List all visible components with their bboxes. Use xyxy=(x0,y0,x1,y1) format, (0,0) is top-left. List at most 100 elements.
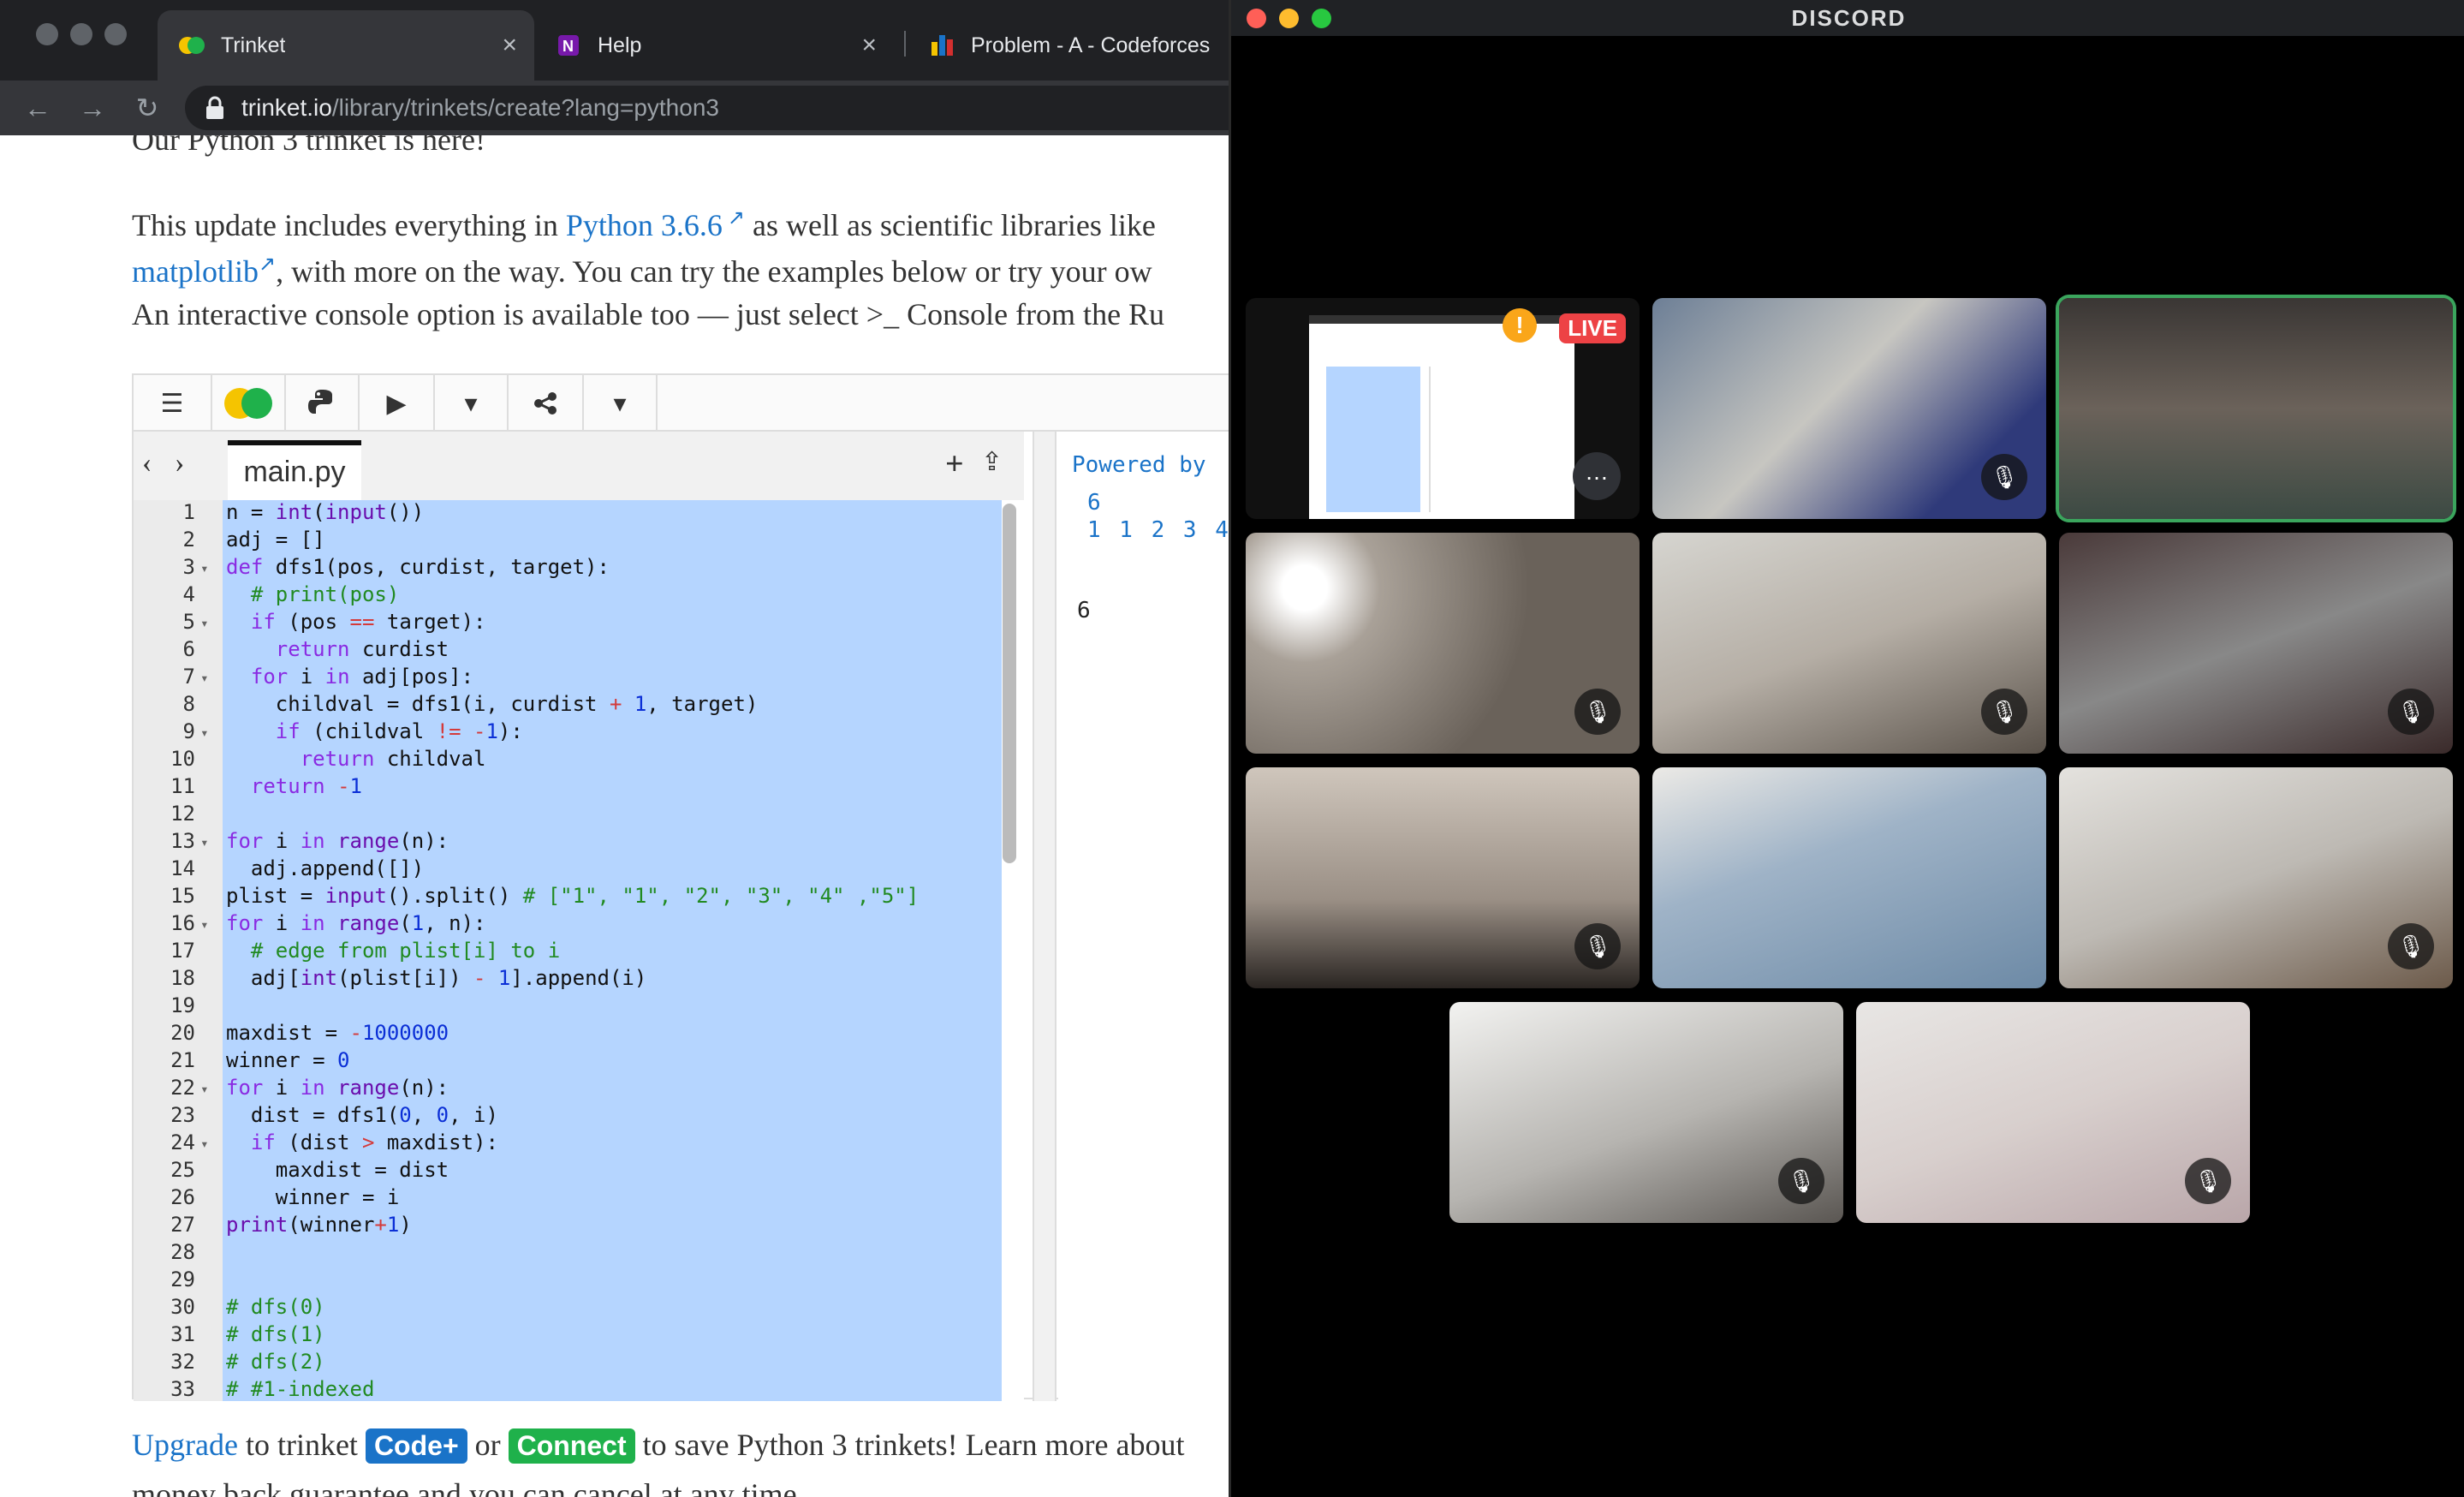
code-line: for i in range(n): xyxy=(226,1076,449,1100)
code-line: for i in adj[pos]: xyxy=(250,665,474,689)
share-icon[interactable] xyxy=(509,375,584,432)
code-line: return childval xyxy=(300,747,486,771)
line-number: 24 xyxy=(170,1130,195,1154)
code-plus-badge[interactable]: Code+ xyxy=(365,1428,467,1464)
line-number: 28 xyxy=(170,1240,195,1264)
codeforces-icon xyxy=(931,35,953,56)
external-link-icon: ↗ xyxy=(722,207,746,230)
prev-file-icon[interactable]: ‹ xyxy=(142,447,152,480)
tab-help[interactable]: N Help × xyxy=(534,10,894,81)
video-tile[interactable]: 🎙 xyxy=(1246,767,1640,988)
run-button[interactable]: ▶ xyxy=(360,375,435,432)
code-line: maxdist = -1000000 xyxy=(226,1021,449,1045)
tab-codeforces[interactable]: Problem - A - Codeforces xyxy=(908,10,1229,81)
url-text: trinket.io/library/trinkets/create?lang=… xyxy=(241,94,719,122)
url-domain: trinket.io xyxy=(241,94,332,121)
line-number: 13 xyxy=(170,829,195,853)
external-link-icon: ↗ xyxy=(259,253,277,276)
video-tile[interactable]: 🎙 xyxy=(1449,1002,1843,1223)
line-number: 17 xyxy=(170,939,195,963)
video-tile[interactable]: 🎙 xyxy=(1246,533,1640,754)
line-number: 9 xyxy=(182,719,195,743)
tab-trinket[interactable]: Trinket × xyxy=(158,10,534,81)
python-icon[interactable] xyxy=(286,375,360,432)
address-bar[interactable]: trinket.io/library/trinkets/create?lang=… xyxy=(185,86,1229,130)
code-line: # dfs(2) xyxy=(226,1350,325,1374)
output-input-line: 6 xyxy=(1087,490,1101,516)
close-tab-icon[interactable]: × xyxy=(502,31,517,60)
screenshare-tile[interactable]: ! LIVE … xyxy=(1246,298,1640,519)
close-tab-icon[interactable]: × xyxy=(861,31,877,60)
reload-icon[interactable]: ↻ xyxy=(130,91,164,125)
code-line: return curdist xyxy=(275,637,449,661)
matplotlib-link[interactable]: matplotlib xyxy=(132,254,259,289)
close-window-button[interactable] xyxy=(36,23,58,45)
code-line: def dfs1(pos, curdist, target): xyxy=(226,555,610,579)
menu-icon[interactable]: ☰ xyxy=(134,375,212,432)
share-graph-icon xyxy=(534,392,556,415)
file-tab-main[interactable]: main.py xyxy=(228,440,361,500)
mic-muted-icon: 🎙 xyxy=(1574,923,1621,969)
line-number: 8 xyxy=(182,692,195,716)
line-number: 16 xyxy=(170,911,195,935)
video-tile[interactable] xyxy=(1652,767,2046,988)
line-number: 7 xyxy=(182,665,195,689)
svg-text:N: N xyxy=(562,38,574,55)
lock-icon xyxy=(206,96,223,119)
fold-arrow-icon[interactable]: ▾ xyxy=(200,670,209,686)
maximize-window-button[interactable] xyxy=(104,23,127,45)
pane-divider[interactable] xyxy=(1033,432,1056,1401)
video-tile[interactable]: 🎙 xyxy=(1652,533,2046,754)
trinket-toolbar: ☰ ▶ ▾ ▾ xyxy=(134,375,1229,432)
more-options-icon[interactable]: … xyxy=(1573,452,1621,500)
onenote-icon: N xyxy=(558,35,579,56)
upload-icon[interactable]: ⇪ xyxy=(981,447,1003,477)
code-editor[interactable]: 1 2 3 ▾ 4 5 ▾ 6 7 ▾ 8 9 ▾ 10 11 12 13 ▾ 14 15 16 ▾ 17 18 19 20 21 2… xyxy=(134,500,1024,1401)
python-logo-icon xyxy=(308,390,332,414)
line-number: 15 xyxy=(170,884,195,908)
fold-arrow-icon[interactable]: ▾ xyxy=(200,615,209,631)
python-version-link[interactable]: Python 3.6.6 xyxy=(566,208,723,242)
connect-badge[interactable]: Connect xyxy=(508,1428,635,1464)
fold-arrow-icon[interactable]: ▾ xyxy=(200,560,209,576)
line-number: 25 xyxy=(170,1158,195,1182)
code-line: childval = dfs1(i, curdist + 1, target) xyxy=(226,692,759,716)
upgrade-link[interactable]: Upgrade xyxy=(132,1428,238,1462)
fold-arrow-icon[interactable]: ▾ xyxy=(200,834,209,850)
tab-title: Problem - A - Codeforces xyxy=(971,33,1211,57)
discord-logo: DISCORD xyxy=(1791,5,1907,31)
fold-arrow-icon[interactable]: ▾ xyxy=(200,725,209,741)
code-line: # dfs(1) xyxy=(226,1322,325,1346)
live-badge: LIVE xyxy=(1559,313,1626,343)
forward-icon[interactable]: → xyxy=(75,91,110,125)
output-result-line: 6 xyxy=(1077,598,1091,623)
share-options-chevron-icon[interactable]: ▾ xyxy=(584,375,658,432)
video-tile[interactable]: 🎙 xyxy=(1652,298,2046,519)
intro-text: Our Python 3 trinket is here! xyxy=(132,135,485,157)
back-icon[interactable]: ← xyxy=(21,91,55,125)
paragraph-text: to save Python 3 trinkets! Learn more ab… xyxy=(634,1428,1185,1462)
code-line: adj = [] xyxy=(226,528,325,552)
line-number: 14 xyxy=(170,856,195,880)
video-tile-speaking[interactable] xyxy=(2059,298,2453,519)
next-file-icon[interactable]: › xyxy=(175,447,184,480)
output-input-line: 1 1 2 3 4 5 xyxy=(1087,517,1229,543)
tab-title: Help xyxy=(598,33,642,57)
video-tile[interactable]: 🎙 xyxy=(1856,1002,2250,1223)
minimize-window-button[interactable] xyxy=(70,23,92,45)
line-number: 5 xyxy=(182,610,195,634)
browser-toolbar: ← → ↻ trinket.io/library/trinkets/create… xyxy=(0,81,1229,135)
video-tile[interactable]: 🎙 xyxy=(2059,767,2453,988)
code-line: if (dist > maxdist): xyxy=(250,1130,498,1154)
run-options-chevron-icon[interactable]: ▾ xyxy=(435,375,509,432)
fold-arrow-icon[interactable]: ▾ xyxy=(200,916,209,933)
fold-arrow-icon[interactable]: ▾ xyxy=(200,1081,209,1097)
video-tile[interactable]: 🎙 xyxy=(2059,533,2453,754)
fold-arrow-icon[interactable]: ▾ xyxy=(200,1136,209,1152)
paragraph-text: to trinket xyxy=(237,1428,366,1462)
code-line: if (pos == target): xyxy=(250,610,486,634)
editor-scrollbar[interactable] xyxy=(1003,504,1016,863)
trinket-logo[interactable] xyxy=(212,375,286,432)
mic-muted-icon: 🎙 xyxy=(1981,689,2027,735)
add-file-icon[interactable]: + xyxy=(945,445,964,483)
